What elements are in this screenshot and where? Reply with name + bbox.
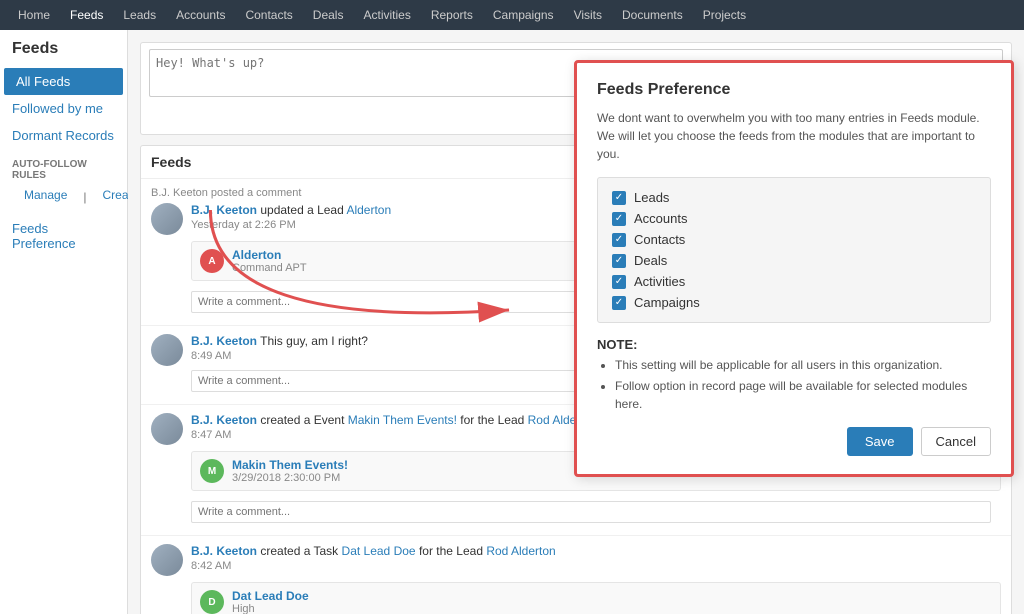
feed-main-4: B.J. Keeton created a Task Dat Lead Doe … xyxy=(151,544,1001,576)
check-item-contacts: Contacts xyxy=(612,232,976,247)
modal-title: Feeds Preference xyxy=(597,81,991,99)
feed-action-text-4: created a Task xyxy=(260,544,341,558)
feed-card-info-4: Dat Lead Doe High xyxy=(232,589,309,614)
check-item-accounts: Accounts xyxy=(612,211,976,226)
checkbox-campaigns[interactable] xyxy=(612,296,626,310)
modal-cancel-button[interactable]: Cancel xyxy=(921,427,991,456)
feed-card-title-3: Makin Them Events! xyxy=(232,458,348,472)
check-label-campaigns: Campaigns xyxy=(634,295,700,310)
check-label-accounts: Accounts xyxy=(634,211,687,226)
feed-event-link-3[interactable]: Makin Them Events! xyxy=(348,413,457,427)
nav-visits[interactable]: Visits xyxy=(564,0,612,30)
nav-projects[interactable]: Projects xyxy=(693,0,756,30)
check-label-leads: Leads xyxy=(634,190,669,205)
nav-home[interactable]: Home xyxy=(8,0,60,30)
feed-time-4: 8:42 AM xyxy=(191,560,231,572)
check-label-contacts: Contacts xyxy=(634,232,685,247)
nav-leads[interactable]: Leads xyxy=(113,0,166,30)
modal-note-item-2: Follow option in record page will be ava… xyxy=(615,377,991,413)
nav-activities[interactable]: Activities xyxy=(353,0,420,30)
app-layout: Feeds All Feeds Followed by me Dormant R… xyxy=(0,30,1024,614)
check-item-leads: Leads xyxy=(612,190,976,205)
modal-note-list: This setting will be applicable for all … xyxy=(597,356,991,413)
checkbox-leads[interactable] xyxy=(612,191,626,205)
modal-checklist: Leads Accounts Contacts Deals xyxy=(597,177,991,323)
modal-note: NOTE: This setting will be applicable fo… xyxy=(597,337,991,413)
feed-card-sub-4: High xyxy=(232,603,309,614)
feed-action-text-3: created a Event xyxy=(260,413,347,427)
avatar-2 xyxy=(151,334,183,366)
modal-description: We dont want to overwhelm you with too m… xyxy=(597,109,991,163)
avatar-4 xyxy=(151,544,183,576)
feed-action-1: updated a Lead xyxy=(260,203,346,217)
check-label-activities: Activities xyxy=(634,274,685,289)
nav-reports[interactable]: Reports xyxy=(421,0,483,30)
feed-card-sub-1: Command APT xyxy=(232,262,307,274)
checkbox-contacts[interactable] xyxy=(612,233,626,247)
check-item-activities: Activities xyxy=(612,274,976,289)
feed-event-link-4[interactable]: Dat Lead Doe xyxy=(342,544,416,558)
nav-feeds[interactable]: Feeds xyxy=(60,0,113,30)
feed-card-icon-1: A xyxy=(200,249,224,273)
feeds-panel-title: Feeds xyxy=(151,154,191,170)
modal-note-title: NOTE: xyxy=(597,337,991,352)
check-label-deals: Deals xyxy=(634,253,667,268)
nav-contacts[interactable]: Contacts xyxy=(235,0,302,30)
feeds-preference-modal: Feeds Preference We dont want to overwhe… xyxy=(574,60,1014,477)
sidebar-title: Feeds xyxy=(0,40,127,68)
feed-card-info-1: Alderton Command APT xyxy=(232,248,307,274)
nav-accounts[interactable]: Accounts xyxy=(166,0,235,30)
feed-for-text-3: for the Lead xyxy=(460,413,527,427)
feed-card-icon-4: D xyxy=(200,590,224,614)
comment-input-3[interactable] xyxy=(191,501,991,523)
sidebar-section-autofollow: AUTO-FOLLOW RULES xyxy=(0,149,127,183)
feed-user-4: B.J. Keeton xyxy=(191,544,257,558)
feed-lead-link-4[interactable]: Rod Alderton xyxy=(486,544,555,558)
sidebar: Feeds All Feeds Followed by me Dormant R… xyxy=(0,30,128,614)
feed-user-3: B.J. Keeton xyxy=(191,413,257,427)
sidebar-item-all-feeds[interactable]: All Feeds xyxy=(4,68,123,95)
feed-action-2: This guy, am I right? xyxy=(260,334,368,348)
feed-card-info-3: Makin Them Events! 3/29/2018 2:30:00 PM xyxy=(232,458,348,484)
feed-user-2: B.J. Keeton xyxy=(191,334,257,348)
feed-entry-4: B.J. Keeton created a Task Dat Lead Doe … xyxy=(141,536,1011,614)
checkbox-deals[interactable] xyxy=(612,254,626,268)
main-content: All Users Post Feeds All Now B.J. Keeton… xyxy=(128,30,1024,614)
modal-save-button[interactable]: Save xyxy=(847,427,913,456)
sidebar-manage[interactable]: Manage xyxy=(12,185,79,209)
feed-time-1: Yesterday at 2:26 PM xyxy=(191,219,296,231)
feed-for-text-4: for the Lead xyxy=(419,544,486,558)
feed-card-icon-3: M xyxy=(200,459,224,483)
nav-documents[interactable]: Documents xyxy=(612,0,693,30)
check-item-deals: Deals xyxy=(612,253,976,268)
feed-card-sub-3: 3/29/2018 2:30:00 PM xyxy=(232,472,348,484)
feed-text-4: B.J. Keeton created a Task Dat Lead Doe … xyxy=(191,544,1001,572)
modal-note-item-1: This setting will be applicable for all … xyxy=(615,356,991,374)
top-nav: Home Feeds Leads Accounts Contacts Deals… xyxy=(0,0,1024,30)
feed-time-3: 8:47 AM xyxy=(191,429,231,441)
feed-time-2: 8:49 AM xyxy=(191,350,231,362)
nav-deals[interactable]: Deals xyxy=(303,0,354,30)
feed-user-1: B.J. Keeton xyxy=(191,203,257,217)
sidebar-item-dormant-records[interactable]: Dormant Records xyxy=(0,122,127,149)
avatar-1 xyxy=(151,203,183,235)
sidebar-item-followed-by-me[interactable]: Followed by me xyxy=(0,95,127,122)
feed-card-title-1: Alderton xyxy=(232,248,307,262)
avatar-3 xyxy=(151,413,183,445)
feed-card-4: D Dat Lead Doe High xyxy=(191,582,1001,614)
checkbox-activities[interactable] xyxy=(612,275,626,289)
check-item-campaigns: Campaigns xyxy=(612,295,976,310)
checkbox-accounts[interactable] xyxy=(612,212,626,226)
feed-card-title-4: Dat Lead Doe xyxy=(232,589,309,603)
nav-campaigns[interactable]: Campaigns xyxy=(483,0,564,30)
modal-buttons: Save Cancel xyxy=(597,427,991,456)
feed-link-1[interactable]: Alderton xyxy=(346,203,391,217)
sidebar-item-feeds-preference[interactable]: Feeds Preference xyxy=(0,215,127,257)
